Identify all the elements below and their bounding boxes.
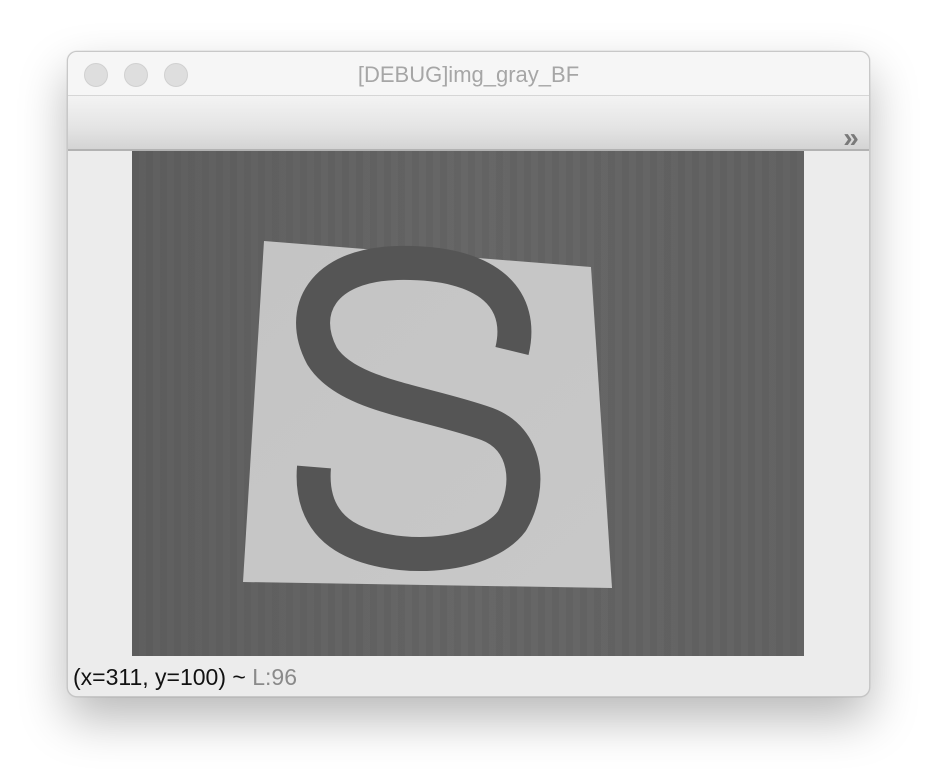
image-window: [DEBUG]img_gray_BF » (x=311, y=100) ~ L:…: [67, 51, 870, 697]
cursor-readout: (x=311, y=100) ~ L:96: [73, 664, 297, 691]
window-title: [DEBUG]img_gray_BF: [357, 62, 580, 87]
image-canvas[interactable]: [68, 151, 869, 656]
chevrons-right-icon[interactable]: »: [833, 124, 863, 152]
grayscale-image[interactable]: [132, 151, 804, 656]
status-bar: (x=311, y=100) ~ L:96: [68, 656, 869, 696]
cursor-coordinates: (x=311, y=100) ~: [73, 664, 246, 690]
toolbar: »: [68, 96, 869, 152]
pixel-luma-value: L:96: [252, 664, 297, 690]
title-bar[interactable]: [DEBUG]img_gray_BF: [68, 52, 869, 96]
